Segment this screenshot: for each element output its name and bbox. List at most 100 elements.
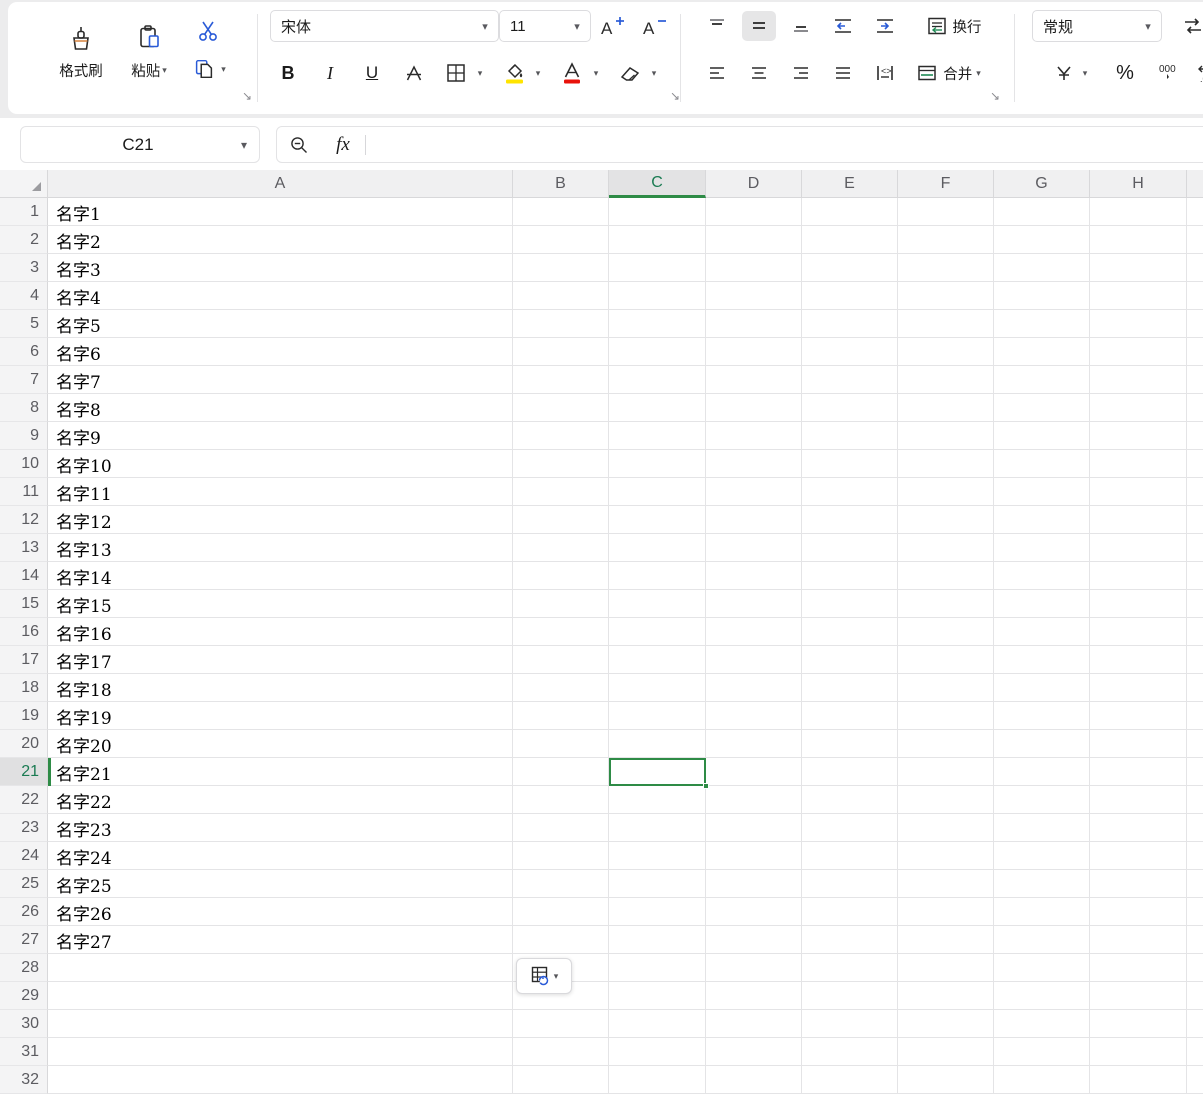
cell-B14[interactable] bbox=[513, 562, 609, 590]
row-header-31[interactable]: 31 bbox=[0, 1038, 48, 1066]
cell-F16[interactable] bbox=[898, 618, 994, 646]
cell-I4[interactable] bbox=[1187, 282, 1203, 310]
cell-G29[interactable] bbox=[994, 982, 1090, 1010]
cell-B16[interactable] bbox=[513, 618, 609, 646]
clear-format-dropdown[interactable]: ▾ bbox=[644, 58, 664, 88]
cell-C28[interactable] bbox=[609, 954, 706, 982]
cell-B24[interactable] bbox=[513, 842, 609, 870]
cell-G6[interactable] bbox=[994, 338, 1090, 366]
borders-button[interactable] bbox=[440, 58, 472, 88]
cell-C3[interactable] bbox=[609, 254, 706, 282]
cell-G3[interactable] bbox=[994, 254, 1090, 282]
cell-I19[interactable] bbox=[1187, 702, 1203, 730]
cell-G21[interactable] bbox=[994, 758, 1090, 786]
cell-G27[interactable] bbox=[994, 926, 1090, 954]
cell-E31[interactable] bbox=[802, 1038, 898, 1066]
row-header-18[interactable]: 18 bbox=[0, 674, 48, 702]
cell-D14[interactable] bbox=[706, 562, 802, 590]
cell-G11[interactable] bbox=[994, 478, 1090, 506]
cell-A17[interactable] bbox=[48, 646, 513, 674]
cell-B15[interactable] bbox=[513, 590, 609, 618]
cell-F6[interactable] bbox=[898, 338, 994, 366]
cell-F8[interactable] bbox=[898, 394, 994, 422]
cell-C10[interactable] bbox=[609, 450, 706, 478]
cell-H20[interactable] bbox=[1090, 730, 1187, 758]
convert-button[interactable]: 转 bbox=[1170, 11, 1203, 41]
cell-B18[interactable] bbox=[513, 674, 609, 702]
cell-B12[interactable] bbox=[513, 506, 609, 534]
cell-D16[interactable] bbox=[706, 618, 802, 646]
cell-C6[interactable] bbox=[609, 338, 706, 366]
cell-G20[interactable] bbox=[994, 730, 1090, 758]
cell-I8[interactable] bbox=[1187, 394, 1203, 422]
cell-C17[interactable] bbox=[609, 646, 706, 674]
cell-H18[interactable] bbox=[1090, 674, 1187, 702]
font-expander-icon[interactable]: ↘ bbox=[670, 90, 680, 102]
cell-I21[interactable] bbox=[1187, 758, 1203, 786]
cell-G15[interactable] bbox=[994, 590, 1090, 618]
cell-E15[interactable] bbox=[802, 590, 898, 618]
cell-F31[interactable] bbox=[898, 1038, 994, 1066]
column-header-a[interactable]: A bbox=[48, 170, 513, 198]
align-center-button[interactable] bbox=[742, 58, 776, 88]
cell-I13[interactable] bbox=[1187, 534, 1203, 562]
cell-A1[interactable] bbox=[48, 198, 513, 226]
cell-F21[interactable] bbox=[898, 758, 994, 786]
row-header-4[interactable]: 4 bbox=[0, 282, 48, 310]
bold-button[interactable]: B bbox=[272, 58, 304, 88]
cell-B22[interactable] bbox=[513, 786, 609, 814]
cell-B25[interactable] bbox=[513, 870, 609, 898]
cell-F7[interactable] bbox=[898, 366, 994, 394]
cell-C26[interactable] bbox=[609, 898, 706, 926]
cell-F3[interactable] bbox=[898, 254, 994, 282]
cell-D15[interactable] bbox=[706, 590, 802, 618]
row-header-15[interactable]: 15 bbox=[0, 590, 48, 618]
cell-G7[interactable] bbox=[994, 366, 1090, 394]
formula-input-container[interactable]: fx bbox=[276, 126, 1203, 163]
cell-I2[interactable] bbox=[1187, 226, 1203, 254]
cell-H1[interactable] bbox=[1090, 198, 1187, 226]
cell-G31[interactable] bbox=[994, 1038, 1090, 1066]
cell-C12[interactable] bbox=[609, 506, 706, 534]
cell-G9[interactable] bbox=[994, 422, 1090, 450]
cell-A16[interactable] bbox=[48, 618, 513, 646]
text-direction-button[interactable]: <> bbox=[868, 58, 902, 88]
comma-style-button[interactable]: 000 bbox=[1152, 58, 1186, 88]
cell-C31[interactable] bbox=[609, 1038, 706, 1066]
chevron-down-icon[interactable]: ▾ bbox=[564, 20, 590, 33]
cell-I28[interactable] bbox=[1187, 954, 1203, 982]
row-header-23[interactable]: 23 bbox=[0, 814, 48, 842]
copy-button[interactable]: ▾ bbox=[180, 54, 238, 84]
cell-E27[interactable] bbox=[802, 926, 898, 954]
cell-I10[interactable] bbox=[1187, 450, 1203, 478]
cell-E17[interactable] bbox=[802, 646, 898, 674]
cell-F15[interactable] bbox=[898, 590, 994, 618]
cell-A19[interactable] bbox=[48, 702, 513, 730]
cell-C7[interactable] bbox=[609, 366, 706, 394]
cell-C13[interactable] bbox=[609, 534, 706, 562]
row-header-28[interactable]: 28 bbox=[0, 954, 48, 982]
align-right-button[interactable] bbox=[784, 58, 818, 88]
cell-E25[interactable] bbox=[802, 870, 898, 898]
cell-G18[interactable] bbox=[994, 674, 1090, 702]
cell-I26[interactable] bbox=[1187, 898, 1203, 926]
row-header-29[interactable]: 29 bbox=[0, 982, 48, 1010]
paste-options-button[interactable]: ▾ bbox=[516, 958, 572, 994]
cell-H14[interactable] bbox=[1090, 562, 1187, 590]
name-box[interactable]: C21 ▾ bbox=[20, 126, 260, 163]
row-header-12[interactable]: 12 bbox=[0, 506, 48, 534]
currency-dropdown[interactable]: ▾ bbox=[1076, 58, 1094, 88]
cell-F23[interactable] bbox=[898, 814, 994, 842]
cell-D4[interactable] bbox=[706, 282, 802, 310]
cell-E7[interactable] bbox=[802, 366, 898, 394]
row-header-30[interactable]: 30 bbox=[0, 1010, 48, 1038]
cell-A31[interactable] bbox=[48, 1038, 513, 1066]
chevron-down-icon[interactable]: ▾ bbox=[229, 138, 259, 152]
cell-A12[interactable] bbox=[48, 506, 513, 534]
cell-E6[interactable] bbox=[802, 338, 898, 366]
cell-I24[interactable] bbox=[1187, 842, 1203, 870]
cell-B20[interactable] bbox=[513, 730, 609, 758]
cell-C9[interactable] bbox=[609, 422, 706, 450]
cell-I7[interactable] bbox=[1187, 366, 1203, 394]
cell-I29[interactable] bbox=[1187, 982, 1203, 1010]
